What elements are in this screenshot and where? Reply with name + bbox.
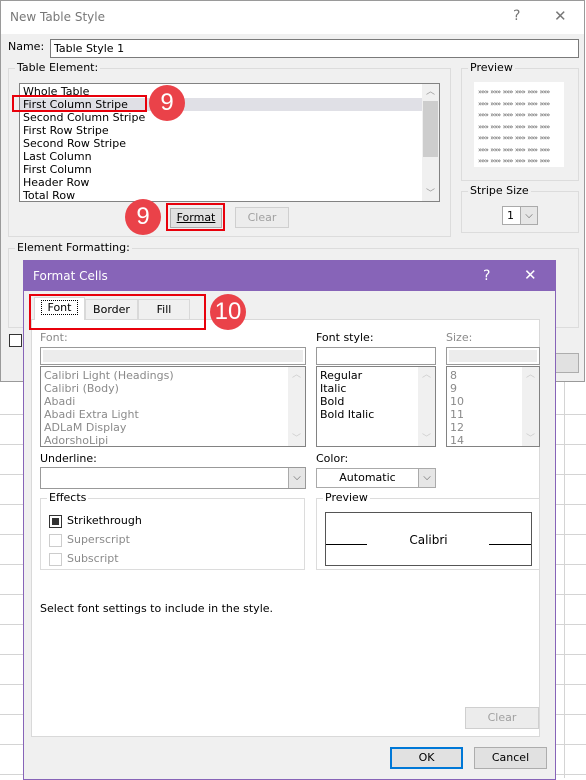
chevron-down-icon[interactable]: ⌵ (520, 207, 537, 224)
font-preview-box: Calibri (325, 512, 532, 566)
cancel-button[interactable]: Cancel (474, 747, 547, 769)
name-input[interactable]: Table Style 1 (50, 39, 579, 58)
list-item[interactable]: Calibri (Body) (41, 382, 305, 395)
scroll-up-icon[interactable]: ︿ (522, 367, 539, 380)
list-item[interactable]: Second Column Stripe (20, 111, 439, 124)
list-item[interactable]: ADLaM Display (41, 421, 305, 434)
size-label: Size: (446, 331, 473, 344)
font-tab-panel: Font: Calibri Light (Headings) Calibri (… (31, 319, 540, 737)
underline-label: Underline: (40, 452, 97, 465)
help-button[interactable]: ? (483, 268, 490, 284)
close-button[interactable]: ✕ (524, 266, 537, 284)
help-button[interactable]: ? (513, 8, 520, 24)
highlight-box (166, 203, 225, 231)
stripe-size-value: 1 (507, 209, 514, 222)
font-style-input[interactable] (316, 347, 436, 365)
strikethrough-label: Strikethrough (67, 514, 142, 527)
clear-button[interactable]: Clear (235, 207, 289, 228)
font-list[interactable]: Calibri Light (Headings) Calibri (Body) … (40, 366, 306, 447)
stripe-size-label: Stripe Size (468, 184, 531, 197)
effects-group: Effects Strikethrough Superscript Subscr… (40, 491, 305, 570)
font-style-label: Font style: (316, 331, 374, 344)
scroll-down-icon[interactable]: ﹀ (418, 431, 435, 444)
stripe-size-select[interactable]: 1 ⌵ (502, 206, 538, 225)
scroll-up-icon[interactable]: ︿ (422, 84, 439, 97)
checkbox[interactable] (9, 334, 22, 347)
size-value (449, 350, 537, 362)
title-bar: Format Cells ? ✕ (24, 261, 555, 291)
step-badge: 10 (210, 294, 246, 330)
color-select[interactable]: Automatic ⌵ (316, 468, 436, 488)
scroll-down-icon[interactable]: ﹀ (522, 431, 539, 444)
list-item[interactable]: Abadi (41, 395, 305, 408)
superscript-checkbox[interactable] (49, 534, 62, 547)
close-button[interactable]: ✕ (554, 7, 567, 25)
effects-label: Effects (47, 491, 89, 504)
element-formatting-label: Element Formatting: (15, 241, 132, 254)
list-item[interactable]: Last Column (20, 150, 439, 163)
table-preview: »»» »»» »»» »»» »»» »»»»»» »»» »»» »»» »… (474, 82, 564, 167)
list-item[interactable]: First Column (20, 163, 439, 176)
color-value: Automatic (339, 471, 396, 484)
font-style-list[interactable]: Regular Italic Bold Bold Italic ︿ ﹀ (316, 366, 436, 447)
scrollbar[interactable]: ︿ ﹀ (418, 367, 435, 446)
list-item[interactable]: AdorshoLipi (41, 434, 305, 446)
subscript-checkbox[interactable] (49, 553, 62, 566)
scrollbar[interactable]: ︿ ﹀ (288, 367, 305, 446)
highlight-box (29, 294, 206, 330)
step-badge: 9 (149, 85, 185, 121)
scroll-thumb[interactable] (423, 101, 438, 157)
list-item[interactable]: Calibri Light (Headings) (41, 369, 305, 382)
list-item[interactable]: Header Row (20, 176, 439, 189)
scroll-up-icon[interactable]: ︿ (418, 367, 435, 380)
grid-line (564, 380, 565, 778)
color-label: Color: (316, 452, 349, 465)
scrollbar[interactable]: ︿ ﹀ (422, 84, 439, 201)
list-item[interactable]: Total Row (20, 189, 439, 201)
hint-text: Select font settings to include in the s… (40, 602, 274, 615)
size-list[interactable]: 8 9 10 11 12 14 ︿ ﹀ (446, 366, 540, 447)
scrollbar[interactable]: ︿ ﹀ (522, 367, 539, 446)
font-input[interactable] (40, 347, 306, 365)
dialog-title: New Table Style (10, 10, 105, 24)
highlight-box (12, 95, 147, 112)
title-bar: New Table Style ? ✕ (1, 1, 584, 34)
list-item[interactable]: Second Row Stripe (20, 137, 439, 150)
list-item[interactable]: Abadi Extra Light (41, 408, 305, 421)
scroll-up-icon[interactable]: ︿ (288, 367, 305, 380)
chevron-down-icon[interactable]: ⌵ (288, 468, 305, 488)
preview-text: Calibri (409, 533, 448, 547)
scroll-down-icon[interactable]: ﹀ (288, 431, 305, 444)
font-preview-group: Preview Calibri (316, 491, 540, 570)
preview-label: Preview (323, 491, 370, 504)
list-item[interactable]: First Row Stripe (20, 124, 439, 137)
ok-button[interactable]: OK (390, 747, 463, 769)
size-input[interactable] (446, 347, 540, 365)
font-value (43, 350, 303, 362)
format-cells-dialog: Format Cells ? ✕ Font Border Fill 10 Fon… (23, 260, 556, 780)
chevron-down-icon[interactable]: ⌵ (418, 469, 435, 487)
name-label: Name: (8, 40, 45, 53)
subscript-label: Subscript (67, 552, 119, 565)
scroll-down-icon[interactable]: ﹀ (422, 186, 439, 199)
table-element-label: Table Element: (15, 61, 101, 74)
clear-button[interactable]: Clear (465, 707, 539, 729)
preview-label: Preview (468, 61, 515, 74)
font-label: Font: (40, 331, 68, 344)
superscript-label: Superscript (67, 533, 130, 546)
strikethrough-checkbox[interactable] (49, 515, 62, 528)
dialog-title: Format Cells (33, 269, 108, 283)
step-badge: 9 (125, 199, 161, 235)
underline-select[interactable]: ⌵ (40, 467, 306, 489)
